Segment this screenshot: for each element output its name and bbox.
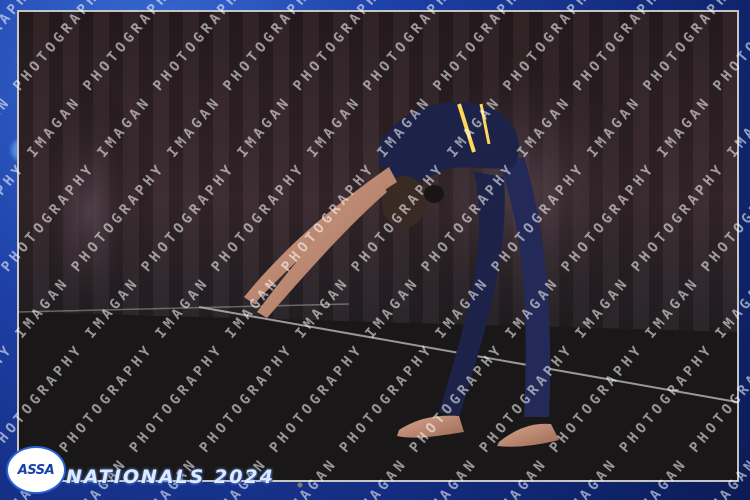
dancer-scene [19, 32, 737, 480]
stage-floor [19, 312, 737, 480]
stage-photo [17, 10, 739, 482]
photo-frame: IMAGAN PHOTOGRAPHY IMAGAN PHOTOGRAPHY IM… [0, 0, 750, 500]
event-logo-text: ASSA [17, 462, 55, 478]
event-logo: ASSA [6, 446, 66, 494]
event-title: NATIONALS 2024 [66, 466, 275, 488]
